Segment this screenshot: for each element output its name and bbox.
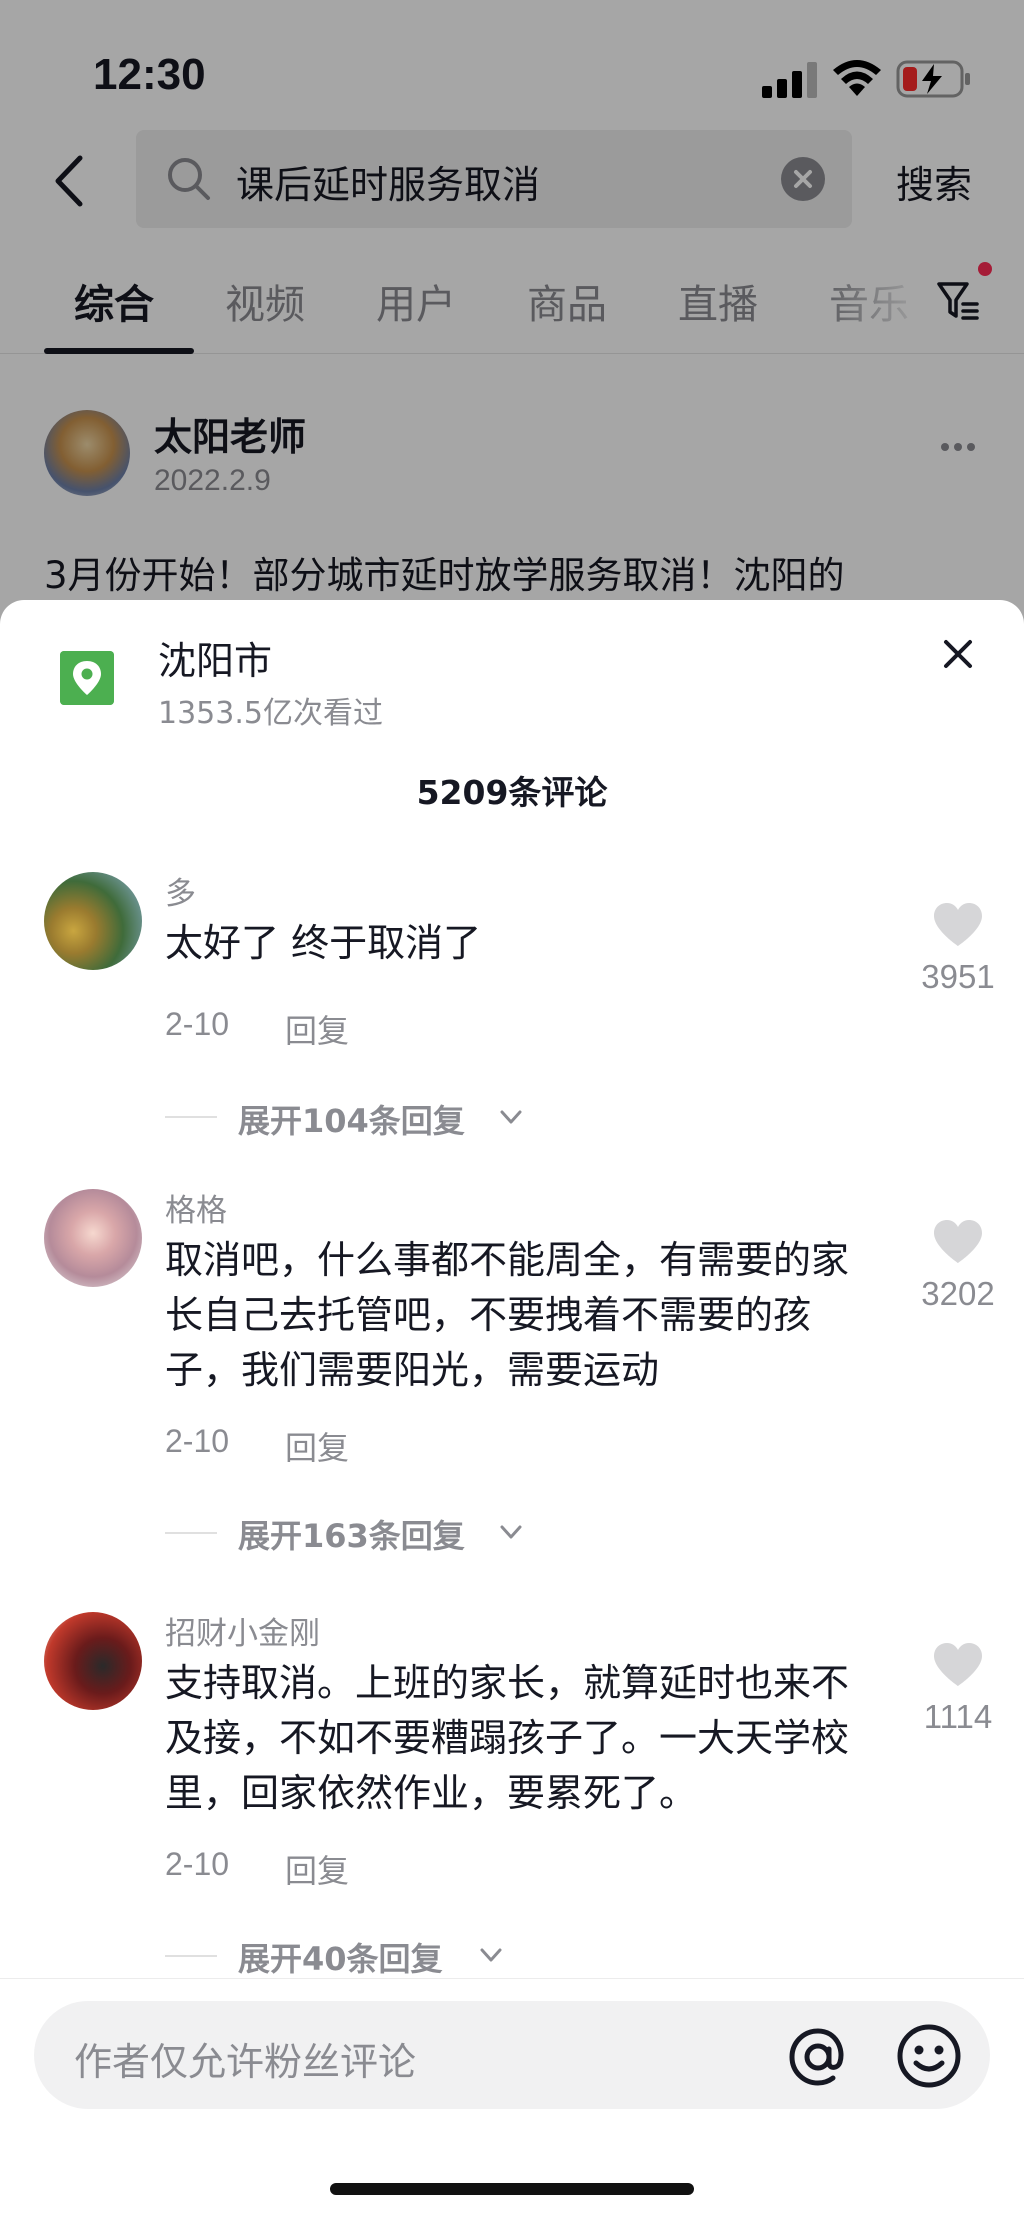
comment-text: 太好了 终于取消了 <box>165 921 482 965</box>
emoji-icon[interactable] <box>896 2023 962 2089</box>
expand-replies-button[interactable]: 展开40条回复 <box>238 1934 443 1980</box>
commenter-name[interactable]: 格格 <box>165 1185 227 1230</box>
location-views: 1353.5亿次看过 <box>158 696 383 731</box>
comment-text: 取消吧，什么事都不能周全，有需要的家长自己去托管吧，不要拽着不需要的孩子，我们需… <box>165 1238 850 1392</box>
comment-input-bar: 作者仅允许粉丝评论 <box>0 1978 1024 2217</box>
chevron-down-icon <box>500 1110 522 1124</box>
commenter-name[interactable]: 招财小金刚 <box>165 1608 320 1653</box>
avatar[interactable] <box>44 1189 142 1287</box>
like-count: 3951 <box>921 958 995 995</box>
chevron-down-icon <box>500 1525 522 1539</box>
heart-icon[interactable] <box>932 1642 984 1688</box>
comment-date: 2-10 <box>165 1423 230 1459</box>
close-icon[interactable] <box>940 636 976 672</box>
like-count: 1114 <box>923 1698 993 1735</box>
like-count: 3202 <box>921 1275 995 1312</box>
expand-replies-button[interactable]: 展开104条回复 <box>238 1096 465 1142</box>
home-indicator <box>330 2183 694 2195</box>
reply-button[interactable]: 回复 <box>285 1846 349 1892</box>
comment-date: 2-10 <box>165 1006 230 1042</box>
divider <box>165 1955 217 1957</box>
comment-date: 2-10 <box>165 1846 230 1882</box>
divider <box>165 1532 217 1534</box>
avatar[interactable] <box>44 872 142 970</box>
comment-input[interactable]: 作者仅允许粉丝评论 <box>34 2001 990 2109</box>
mention-icon[interactable] <box>786 2025 850 2089</box>
expand-replies-button[interactable]: 展开163条回复 <box>238 1511 465 1557</box>
avatar[interactable] <box>44 1612 142 1710</box>
comment-sheet: 沈阳市 1353.5亿次看过 5209条评论 多 太好了 终于取消了 2-10 … <box>0 600 1024 2217</box>
heart-icon[interactable] <box>932 902 984 948</box>
divider <box>165 1116 217 1118</box>
reply-button[interactable]: 回复 <box>285 1423 349 1469</box>
comment-count: 5209条评论 <box>416 773 608 812</box>
heart-icon[interactable] <box>932 1219 984 1265</box>
location-pin-icon <box>60 651 114 705</box>
comment-text: 支持取消。上班的家长，就算延时也来不及接，不如不要糟蹋孩子了。一大天学校里，回家… <box>165 1661 850 1815</box>
location-name[interactable]: 沈阳市 <box>158 630 272 685</box>
commenter-name[interactable]: 多 <box>165 868 196 913</box>
comment-input-placeholder: 作者仅允许粉丝评论 <box>74 2040 417 2084</box>
reply-button[interactable]: 回复 <box>285 1006 349 1052</box>
chevron-down-icon <box>480 1948 502 1962</box>
